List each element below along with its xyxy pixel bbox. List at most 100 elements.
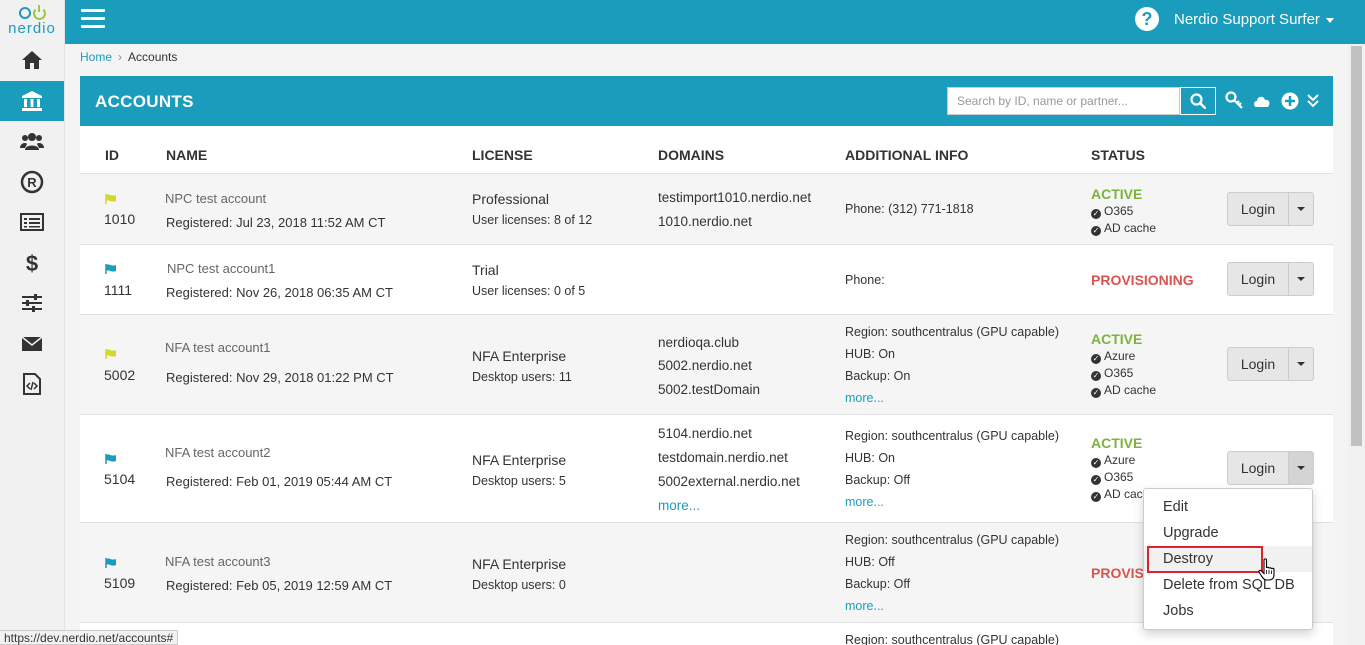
login-dropdown-toggle[interactable]: [1289, 347, 1314, 381]
caret-down-icon: [1297, 466, 1305, 470]
breadcrumb-current: Accounts: [128, 50, 178, 64]
column-header-domains[interactable]: DOMAINS: [658, 147, 724, 163]
flag-icon[interactable]: [105, 349, 117, 359]
sidebar-item-scripts[interactable]: [0, 364, 64, 405]
status-check-label: Azure: [1104, 349, 1136, 363]
account-id: 5002: [104, 367, 136, 383]
license-type: NFA Enterprise: [472, 452, 567, 468]
info-line: Backup: Off: [845, 577, 911, 591]
login-button[interactable]: Login: [1227, 262, 1289, 296]
domains-more-link[interactable]: more...: [658, 498, 700, 513]
domain: nerdioqa.club: [658, 335, 740, 350]
account-name[interactable]: NPC test account1: [167, 261, 275, 276]
nerdio-logo[interactable]: nerdio: [0, 0, 64, 40]
status-check-label: AD cache: [1104, 221, 1157, 235]
sidebar-item-list[interactable]: [0, 202, 64, 243]
check-circle-icon: ✓: [1091, 388, 1101, 398]
flag-icon[interactable]: [105, 264, 117, 274]
login-dropdown-toggle[interactable]: [1289, 262, 1314, 296]
user-menu[interactable]: Nerdio Support Surfer: [1174, 11, 1334, 28]
sidebar-item-messages[interactable]: [0, 324, 64, 365]
hamburger-menu-icon[interactable]: [81, 9, 105, 31]
account-name[interactable]: NFA test account2: [165, 445, 271, 460]
login-button-group: Login: [1227, 192, 1314, 226]
login-button[interactable]: Login: [1227, 192, 1289, 226]
browser-status-url: https://dev.nerdio.net/accounts#: [0, 630, 179, 645]
breadcrumb-home[interactable]: Home: [80, 50, 112, 64]
login-button[interactable]: Login: [1227, 347, 1289, 381]
registered-date: Registered: Feb 01, 2019 05:44 AM CT: [166, 474, 393, 489]
table-row[interactable]: 5002 NFA test account1 Registered: Nov 2…: [80, 314, 1333, 414]
column-header-additional-info[interactable]: ADDITIONAL INFO: [845, 147, 968, 163]
table-row[interactable]: 1111 NPC test account1 Registered: Nov 2…: [80, 244, 1333, 314]
login-dropdown-toggle[interactable]: [1289, 192, 1314, 226]
menu-item-jobs[interactable]: Jobs: [1144, 598, 1312, 624]
status-badge: ACTIVE: [1091, 331, 1143, 347]
sidebar-item-registered[interactable]: R: [0, 162, 64, 203]
help-icon[interactable]: ?: [1135, 7, 1159, 31]
users-icon: [20, 133, 44, 151]
status-check-label: O365: [1104, 470, 1134, 484]
registered-date: Registered: Jul 23, 2018 11:52 AM CT: [166, 215, 386, 230]
search-input[interactable]: [947, 87, 1180, 115]
status-check: ✓ O365: [1091, 204, 1133, 219]
registered-icon: R: [20, 170, 44, 193]
breadcrumb: Home › Accounts: [80, 50, 177, 64]
menu-item-delete-from-sql-db[interactable]: Delete from SQL DB: [1144, 572, 1312, 598]
info-line: HUB: On: [845, 347, 896, 361]
column-header-license[interactable]: LICENSE: [472, 147, 533, 163]
scrollbar-thumb[interactable]: [1351, 46, 1362, 446]
menu-item-upgrade[interactable]: Upgrade: [1144, 520, 1312, 546]
check-circle-icon: ✓: [1091, 209, 1101, 219]
code-file-icon: [23, 373, 41, 396]
info-more-link[interactable]: more...: [845, 599, 884, 613]
info-line: Backup: Off: [845, 473, 911, 487]
double-chevron-down-icon[interactable]: [1303, 91, 1323, 111]
sidebar-item-settings[interactable]: [0, 283, 64, 324]
login-button-group: Login: [1227, 451, 1314, 485]
info-line: Region: southcentralus (GPU capable): [845, 429, 1060, 443]
page-scrollbar[interactable]: [1348, 44, 1365, 645]
registered-date: Registered: Nov 29, 2018 01:22 PM CT: [166, 370, 394, 385]
menu-item-edit[interactable]: Edit: [1144, 494, 1312, 520]
info-more-link[interactable]: more...: [845, 495, 884, 509]
column-header-status[interactable]: STATUS: [1091, 147, 1145, 163]
highlight-box: [1147, 546, 1263, 573]
sidebar-item-billing[interactable]: $: [0, 243, 64, 284]
caret-down-icon: [1297, 362, 1305, 366]
info-line: HUB: On: [845, 451, 896, 465]
account-name[interactable]: NPC test account: [165, 191, 266, 206]
key-icon[interactable]: [1225, 91, 1245, 111]
sidebar-item-accounts[interactable]: [0, 80, 64, 121]
flag-icon[interactable]: [105, 454, 117, 464]
column-header-name[interactable]: NAME: [166, 147, 207, 163]
column-header-id[interactable]: ID: [105, 147, 119, 163]
status-check-label: AD cache: [1104, 383, 1157, 397]
login-dropdown-toggle[interactable]: [1289, 451, 1314, 485]
info-more-link[interactable]: more...: [845, 391, 884, 405]
check-circle-icon: ✓: [1091, 354, 1101, 364]
account-id: 1111: [104, 282, 133, 298]
search-button[interactable]: [1180, 87, 1216, 115]
status-check-label: O365: [1104, 204, 1134, 218]
sidebar-item-home[interactable]: [0, 40, 64, 81]
list-icon: [20, 213, 44, 232]
table-row[interactable]: 1010 NPC test account Registered: Jul 23…: [80, 173, 1333, 244]
add-icon[interactable]: [1280, 91, 1300, 111]
check-circle-icon: ✓: [1091, 371, 1101, 381]
info-line: Backup: On: [845, 369, 911, 383]
license-type: Trial: [472, 262, 499, 278]
account-name[interactable]: NFA test account3: [165, 554, 271, 569]
license-type: Professional: [472, 191, 550, 207]
info-line: Region: southcentralus (GPU capable): [845, 533, 1060, 547]
cloud-icon[interactable]: [1252, 91, 1272, 111]
info-line: Phone: (312) 771-1818: [845, 202, 974, 216]
flag-icon[interactable]: [105, 194, 117, 204]
domain: testdomain.nerdio.net: [658, 450, 788, 465]
account-name[interactable]: NFA test account1: [165, 340, 271, 355]
login-button[interactable]: Login: [1227, 451, 1289, 485]
sidebar-item-users[interactable]: [0, 121, 64, 162]
status-badge: PROVISIONING: [1091, 272, 1194, 288]
flag-icon[interactable]: [105, 558, 117, 568]
svg-text:$: $: [26, 251, 38, 275]
